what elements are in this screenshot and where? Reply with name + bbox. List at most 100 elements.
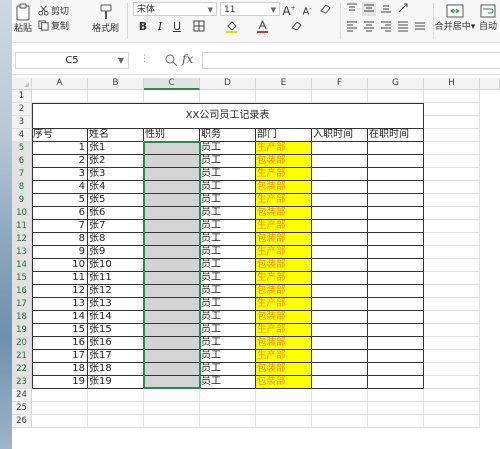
- serial-number-cell[interactable]: 1: [32, 142, 88, 155]
- name-cell[interactable]: 张13: [88, 298, 144, 311]
- department-cell[interactable]: 生产部: [256, 324, 312, 337]
- cell[interactable]: [424, 246, 480, 259]
- cell[interactable]: [256, 402, 312, 415]
- serial-number-cell[interactable]: 7: [32, 220, 88, 233]
- row-header-12[interactable]: 12: [12, 233, 32, 246]
- gender-cell[interactable]: [144, 259, 200, 272]
- cell[interactable]: [200, 415, 256, 428]
- name-cell[interactable]: 张6: [88, 207, 144, 220]
- name-cell[interactable]: 张14: [88, 311, 144, 324]
- role-cell[interactable]: 员工: [200, 155, 256, 168]
- function-button[interactable]: fx: [182, 52, 193, 66]
- cell[interactable]: [256, 389, 312, 402]
- row-header-7[interactable]: 7: [12, 168, 32, 181]
- column-header-e[interactable]: E: [256, 78, 312, 90]
- hire-date-cell[interactable]: [312, 220, 368, 233]
- serial-number-cell[interactable]: 19: [32, 376, 88, 389]
- cell[interactable]: [312, 90, 368, 103]
- table-header-cell[interactable]: 入职时间: [312, 129, 368, 142]
- role-cell[interactable]: 员工: [200, 324, 256, 337]
- role-cell[interactable]: 员工: [200, 337, 256, 350]
- name-cell[interactable]: 张7: [88, 220, 144, 233]
- department-cell[interactable]: 生产部: [256, 350, 312, 363]
- role-cell[interactable]: 员工: [200, 363, 256, 376]
- cell[interactable]: [424, 233, 480, 246]
- zoom-icon[interactable]: [164, 53, 178, 67]
- merge-center-button[interactable]: 合并居中▾: [435, 3, 475, 32]
- hire-date-cell[interactable]: [312, 363, 368, 376]
- cell[interactable]: [424, 402, 480, 415]
- department-cell[interactable]: 生产部: [256, 246, 312, 259]
- cell[interactable]: [144, 415, 200, 428]
- serial-number-cell[interactable]: 10: [32, 259, 88, 272]
- text-direction-button[interactable]: [396, 2, 410, 16]
- align-bottom-button[interactable]: [379, 2, 393, 16]
- cell[interactable]: [32, 389, 88, 402]
- font-size-select[interactable]: 11 ▼: [220, 2, 280, 16]
- cell[interactable]: [424, 285, 480, 298]
- row-header-2[interactable]: 2: [12, 103, 32, 116]
- gender-cell[interactable]: [144, 272, 200, 285]
- cell[interactable]: [32, 415, 88, 428]
- cell[interactable]: [256, 415, 312, 428]
- role-cell[interactable]: 员工: [200, 376, 256, 389]
- tenure-cell[interactable]: [368, 350, 424, 363]
- gender-cell[interactable]: [144, 207, 200, 220]
- cell[interactable]: [424, 337, 480, 350]
- select-all-corner[interactable]: [12, 78, 32, 90]
- department-cell[interactable]: 生产部: [256, 220, 312, 233]
- gender-cell[interactable]: [144, 337, 200, 350]
- serial-number-cell[interactable]: 6: [32, 207, 88, 220]
- department-cell[interactable]: 包装部: [256, 207, 312, 220]
- table-header-cell[interactable]: 在职时间: [368, 129, 424, 142]
- department-cell[interactable]: 包装部: [256, 233, 312, 246]
- serial-number-cell[interactable]: 14: [32, 311, 88, 324]
- tenure-cell[interactable]: [368, 168, 424, 181]
- cell[interactable]: [88, 415, 144, 428]
- name-cell[interactable]: 张18: [88, 363, 144, 376]
- row-header-17[interactable]: 17: [12, 298, 32, 311]
- cell[interactable]: [424, 311, 480, 324]
- department-cell[interactable]: 生产部: [256, 142, 312, 155]
- cell[interactable]: [424, 90, 480, 103]
- table-header-cell[interactable]: 姓名: [88, 129, 144, 142]
- table-header-cell[interactable]: 性别: [144, 129, 200, 142]
- role-cell[interactable]: 员工: [200, 207, 256, 220]
- hire-date-cell[interactable]: [312, 298, 368, 311]
- name-cell[interactable]: 张12: [88, 285, 144, 298]
- department-cell[interactable]: 包装部: [256, 155, 312, 168]
- table-header-cell[interactable]: 序号: [32, 129, 88, 142]
- cell[interactable]: [424, 116, 480, 129]
- row-header-9[interactable]: 9: [12, 194, 32, 207]
- cell[interactable]: [424, 181, 480, 194]
- hire-date-cell[interactable]: [312, 181, 368, 194]
- serial-number-cell[interactable]: 4: [32, 181, 88, 194]
- serial-number-cell[interactable]: 16: [32, 337, 88, 350]
- row-header-14[interactable]: 14: [12, 259, 32, 272]
- gender-cell[interactable]: [144, 246, 200, 259]
- tenure-cell[interactable]: [368, 155, 424, 168]
- tenure-cell[interactable]: [368, 337, 424, 350]
- row-header-10[interactable]: 10: [12, 207, 32, 220]
- wrap-text-button[interactable]: 自动: [476, 3, 500, 32]
- row-header-3[interactable]: 3: [12, 116, 32, 129]
- font-name-select[interactable]: 宋体 ▼: [133, 2, 217, 16]
- fill-color-button[interactable]: [224, 20, 238, 34]
- department-cell[interactable]: 包装部: [256, 337, 312, 350]
- row-header-22[interactable]: 22: [12, 363, 32, 376]
- cell[interactable]: [424, 415, 480, 428]
- hire-date-cell[interactable]: [312, 233, 368, 246]
- shrink-font-button[interactable]: A-: [300, 2, 314, 17]
- serial-number-cell[interactable]: 3: [32, 168, 88, 181]
- row-header-20[interactable]: 20: [12, 337, 32, 350]
- gender-cell[interactable]: [144, 181, 200, 194]
- cell[interactable]: [144, 90, 200, 103]
- hire-date-cell[interactable]: [312, 285, 368, 298]
- gender-cell[interactable]: [144, 285, 200, 298]
- formula-input[interactable]: [202, 52, 500, 69]
- cell[interactable]: [368, 389, 424, 402]
- hire-date-cell[interactable]: [312, 155, 368, 168]
- copy-button[interactable]: 复制: [38, 19, 69, 32]
- tenure-cell[interactable]: [368, 285, 424, 298]
- row-header-21[interactable]: 21: [12, 350, 32, 363]
